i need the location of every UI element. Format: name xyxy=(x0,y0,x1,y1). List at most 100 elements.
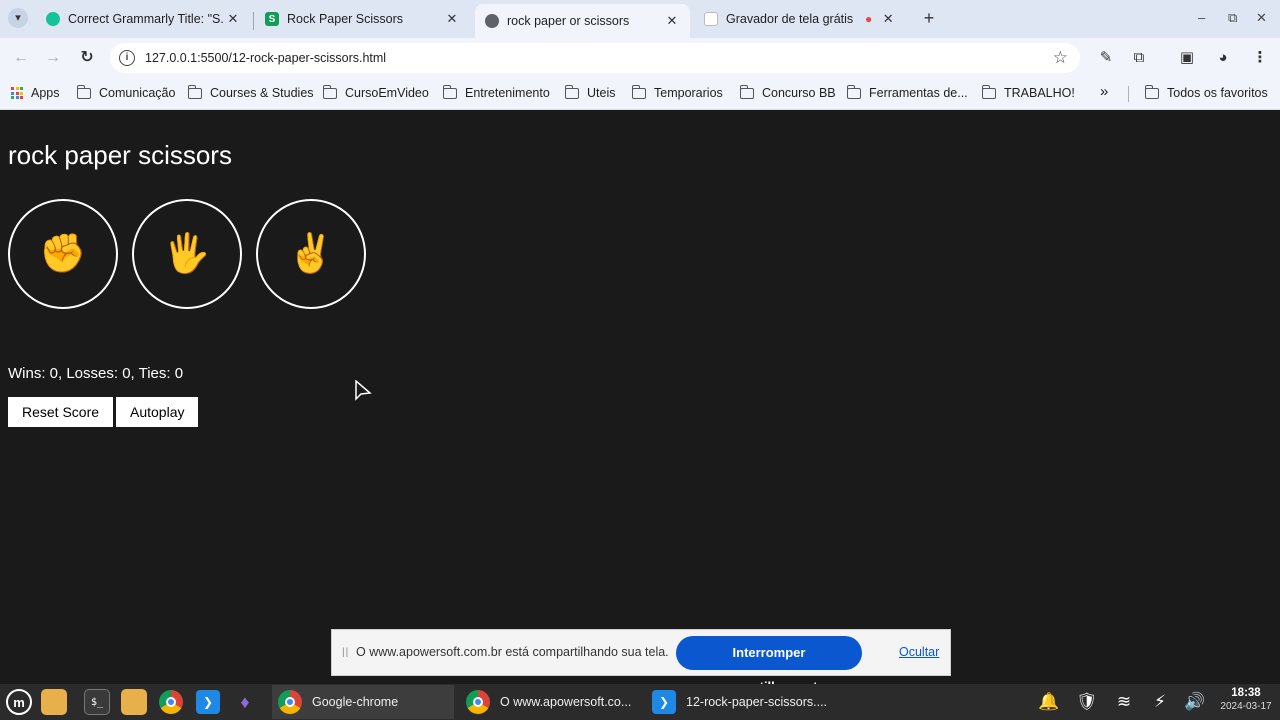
forward-button[interactable]: → xyxy=(42,47,64,69)
terminal-icon[interactable]: $_ xyxy=(84,689,110,715)
tab-title: Gravador de tela grátis xyxy=(726,12,854,26)
vscode-icon: ❯ xyxy=(652,690,676,714)
folder-icon xyxy=(187,84,202,99)
sidepanel-icon[interactable]: ▣ xyxy=(1177,48,1197,68)
window-close-button[interactable]: ✕ xyxy=(1256,10,1267,26)
folder-icon xyxy=(846,84,861,99)
taskbar: m $_ ❯ ♦ Google-chrome O www.apowersoft.… xyxy=(0,684,1280,720)
tab-gravador[interactable]: Gravador de tela grátis ● ✕ xyxy=(694,4,909,34)
bookmark-star-icon[interactable]: ☆ xyxy=(1053,48,1068,68)
tab-divider xyxy=(253,12,254,30)
bookmark-folder-ferramentas[interactable]: Ferramentas de... xyxy=(846,84,968,100)
reset-score-button[interactable]: Reset Score xyxy=(8,397,114,427)
bookmark-label: TRABALHO! xyxy=(1004,86,1075,100)
minimize-button[interactable]: – xyxy=(1198,10,1205,25)
folder-app-icon[interactable] xyxy=(121,689,147,715)
folder-icon xyxy=(1144,84,1159,99)
url-text[interactable]: 127.0.0.1:5500/12-rock-paper-scissors.ht… xyxy=(145,51,386,65)
recorder-favicon-icon xyxy=(704,12,718,26)
globe-favicon-icon xyxy=(485,14,499,28)
shield-icon[interactable]: 🛡 xyxy=(1075,690,1099,714)
hide-banner-link[interactable]: Ocultar xyxy=(899,645,939,659)
drag-handle-icon[interactable]: || xyxy=(342,647,349,658)
rock-icon: ✊ xyxy=(39,233,87,275)
page-content: rock paper scissors ✊ 🖐 ✌ Wins: 0, Losse… xyxy=(0,111,1280,684)
wifi-icon[interactable]: ≋ xyxy=(1112,690,1136,714)
close-tab-icon[interactable]: ✕ xyxy=(664,13,680,29)
volume-icon[interactable]: 🔊 xyxy=(1183,690,1207,714)
bookmark-label: Courses & Studies xyxy=(210,86,314,100)
folder-icon xyxy=(76,84,91,99)
back-button[interactable]: ← xyxy=(10,47,32,69)
bookmark-label: Temporarios xyxy=(654,86,723,100)
bookmark-label: Todos os favoritos xyxy=(1167,86,1268,100)
bookmarks-overflow-chevron-icon[interactable]: » xyxy=(1100,83,1108,100)
bookmark-folder-trabalho[interactable]: TRABALHO! xyxy=(981,84,1075,100)
bookmark-folder-concurso-bb[interactable]: Concurso BB xyxy=(739,84,836,100)
autoplay-button[interactable]: Autoplay xyxy=(116,397,199,427)
new-tab-button[interactable]: + xyxy=(918,8,940,30)
scissors-icon: ✌ xyxy=(287,233,335,275)
folder-icon xyxy=(631,84,646,99)
close-tab-icon[interactable]: ✕ xyxy=(225,11,241,27)
pen-icon[interactable]: ✎ xyxy=(1096,48,1116,68)
profile-icon[interactable]: ◕ xyxy=(1213,48,1233,68)
bookmark-label: Uteis xyxy=(587,86,616,100)
task-label: 12-rock-paper-scissors.... xyxy=(686,695,828,709)
screen-share-banner: || O www.apowersoft.com.br está comparti… xyxy=(331,629,951,694)
close-tab-icon[interactable]: ✕ xyxy=(880,11,896,27)
bookmark-folder-cursoemvideo[interactable]: CursoEmVideo xyxy=(322,84,429,100)
grammarly-favicon-icon xyxy=(46,12,60,26)
taskbar-task-vscode[interactable]: ❯ 12-rock-paper-scissors.... xyxy=(650,685,832,719)
mint-menu-icon[interactable]: m xyxy=(6,689,32,715)
bookmark-folder-entretenimento[interactable]: Entretenimento xyxy=(442,84,550,100)
taskbar-task-apowersoft[interactable]: O www.apowersoft.co... xyxy=(462,685,642,719)
score-text: Wins: 0, Losses: 0, Ties: 0 xyxy=(8,365,184,382)
browser-toolbar: ← → ↻ i 127.0.0.1:5500/12-rock-paper-sci… xyxy=(0,38,1280,78)
scissors-button[interactable]: ✌ xyxy=(256,199,366,309)
restore-button[interactable]: ⧉ xyxy=(1228,10,1237,26)
tab-search-button[interactable]: ▾ xyxy=(8,8,28,28)
bookmark-label: Apps xyxy=(31,86,60,100)
folder-icon xyxy=(564,84,579,99)
bookmark-folder-comunicacao[interactable]: Comunicação xyxy=(76,84,176,100)
all-bookmarks-folder[interactable]: Todos os favoritos xyxy=(1144,84,1268,100)
bookmark-folder-uteis[interactable]: Uteis xyxy=(564,84,616,100)
system-clock[interactable]: 18:38 2024-03-17 xyxy=(1216,687,1276,712)
task-label: Google-chrome xyxy=(312,695,399,709)
extensions-icon[interactable]: ⧉ xyxy=(1129,48,1149,68)
clock-date: 2024-03-17 xyxy=(1220,701,1272,712)
power-icon[interactable]: ⚡ xyxy=(1148,690,1172,714)
tab-active-rock-paper-or-scissors[interactable]: rock paper or scissors ✕ xyxy=(475,4,690,38)
clock-time: 18:38 xyxy=(1231,687,1261,699)
taskbar-task-google-chrome[interactable]: Google-chrome xyxy=(272,685,454,719)
notifications-bell-icon[interactable]: 🔔 xyxy=(1037,690,1061,714)
tab-rock-paper-scissors[interactable]: S Rock Paper Scissors ✕ xyxy=(255,4,470,34)
paper-button[interactable]: 🖐 xyxy=(132,199,242,309)
tab-grammarly[interactable]: Correct Grammarly Title: "S... ✕ xyxy=(36,4,251,34)
bookmarks-bar: Apps Comunicação Courses & Studies Curso… xyxy=(0,78,1280,110)
bookmark-folder-temporarios[interactable]: Temporarios xyxy=(631,84,723,100)
stop-sharing-button[interactable]: Interromper compartilhamento xyxy=(676,636,862,694)
paper-icon: 🖐 xyxy=(163,233,211,275)
reload-button[interactable]: ↻ xyxy=(76,47,98,69)
site-info-icon[interactable]: i xyxy=(119,50,135,66)
mouse-cursor-icon xyxy=(355,380,372,401)
rock-button[interactable]: ✊ xyxy=(8,199,118,309)
bookmark-label: CursoEmVideo xyxy=(345,86,429,100)
chrome-launcher-icon[interactable] xyxy=(158,689,184,715)
folder-icon xyxy=(442,84,457,99)
bookmark-apps[interactable]: Apps xyxy=(11,86,60,100)
bookmark-folder-courses[interactable]: Courses & Studies xyxy=(187,84,314,100)
vscode-launcher-icon[interactable]: ❯ xyxy=(195,689,221,715)
address-bar[interactable]: i 127.0.0.1:5500/12-rock-paper-scissors.… xyxy=(110,43,1080,73)
bookmark-label: Comunicação xyxy=(99,86,176,100)
close-tab-icon[interactable]: ✕ xyxy=(444,11,460,27)
bookmark-label: Entretenimento xyxy=(465,86,550,100)
tab-title: Rock Paper Scissors xyxy=(287,12,404,26)
files-icon[interactable] xyxy=(41,689,67,715)
bookmark-label: Ferramentas de... xyxy=(869,86,968,100)
menu-icon[interactable]: ⋮ xyxy=(1250,48,1270,68)
folder-icon xyxy=(981,84,996,99)
app-launcher-icon[interactable]: ♦ xyxy=(232,689,258,715)
